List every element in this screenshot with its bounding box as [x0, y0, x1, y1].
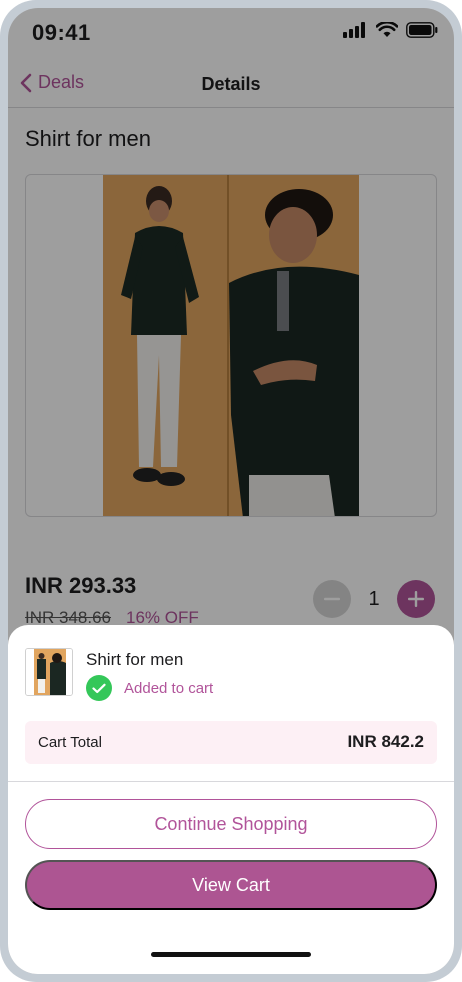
added-to-cart-sheet: Shirt for men Added to cart Cart Total I…: [8, 625, 454, 974]
check-circle-icon: [86, 675, 112, 701]
phone-frame: 09:41 Deals Details Shirt for men INR 29…: [0, 0, 462, 982]
continue-shopping-button[interactable]: Continue Shopping: [25, 799, 437, 849]
divider: [8, 781, 454, 782]
sheet-product-name: Shirt for men: [86, 650, 184, 669]
product-thumbnail: [25, 648, 73, 696]
cart-total-value: INR 842.2: [347, 732, 424, 751]
added-to-cart-text: Added to cart: [124, 679, 214, 697]
view-cart-button[interactable]: View Cart: [25, 860, 437, 910]
home-indicator[interactable]: [151, 952, 311, 957]
added-status: Added to cart: [86, 675, 213, 701]
cart-total-row: Cart Total INR 842.2: [25, 721, 437, 764]
thumbnail-photo: [26, 649, 72, 695]
cart-total-label: Cart Total: [38, 734, 102, 751]
screen: 09:41 Deals Details Shirt for men INR 29…: [8, 8, 454, 974]
